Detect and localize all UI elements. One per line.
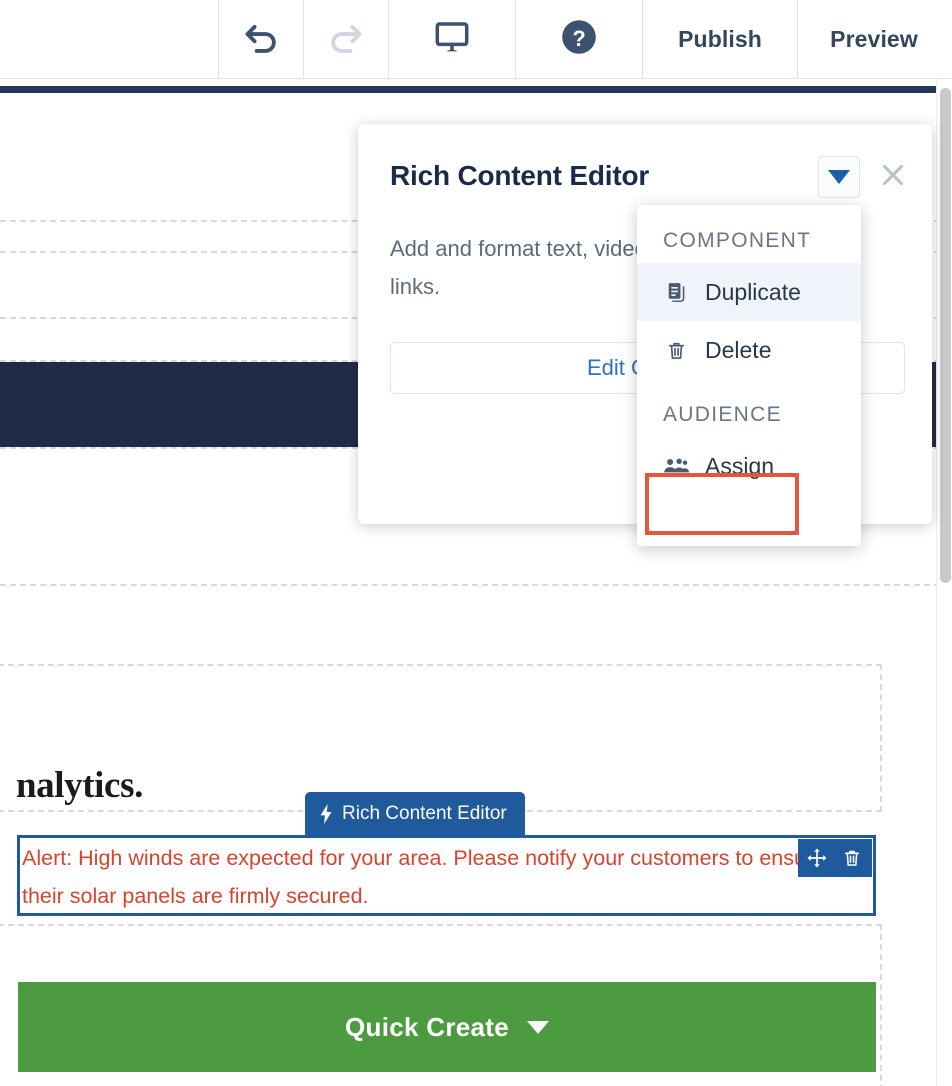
menu-item-label: Duplicate: [705, 279, 801, 306]
caret-down-icon: [527, 1021, 549, 1034]
users-icon: [663, 455, 689, 477]
close-icon: [877, 159, 909, 196]
preview-label: Preview: [830, 26, 918, 53]
menu-section-audience: AUDIENCE: [637, 379, 861, 437]
quick-create-label: Quick Create: [345, 1012, 509, 1043]
device-preview-button[interactable]: [388, 0, 515, 78]
app-root: ? Publish Preview nalytics.: [0, 0, 952, 1086]
preview-button[interactable]: Preview: [797, 0, 952, 78]
menu-item-label: Assign: [705, 453, 774, 480]
canvas-scrollbar-thumb[interactable]: [940, 88, 951, 583]
desktop-icon: [431, 16, 473, 63]
menu-section-component: COMPONENT: [637, 205, 861, 263]
redo-icon: [324, 15, 368, 64]
undo-button[interactable]: [218, 0, 303, 78]
module-toolbar: [798, 839, 872, 877]
panel-close-button[interactable]: [873, 157, 913, 197]
trash-icon: [663, 339, 689, 362]
publish-button[interactable]: Publish: [642, 0, 797, 78]
trash-icon[interactable]: [842, 847, 864, 869]
redo-button[interactable]: [303, 0, 388, 78]
menu-item-delete[interactable]: Delete: [637, 321, 861, 379]
component-context-menu: COMPONENT Duplicate Delete AUDI: [637, 205, 861, 546]
quick-create-button[interactable]: Quick Create: [18, 982, 876, 1072]
question-circle-icon: ?: [558, 16, 600, 63]
panel-menu-toggle-button[interactable]: [818, 156, 860, 198]
menu-item-label: Delete: [705, 337, 771, 364]
undo-icon: [239, 15, 283, 64]
menu-item-duplicate[interactable]: Duplicate: [637, 263, 861, 321]
lightning-bolt-icon: [319, 804, 333, 824]
canvas-dashed-divider-6: [0, 584, 940, 586]
duplicate-icon: [663, 281, 689, 304]
canvas-top-navy-bar: [0, 86, 940, 93]
publish-label: Publish: [678, 26, 762, 53]
module-alert-text: Alert: High winds are expected for your …: [22, 839, 852, 915]
toolbar-spacer: [0, 0, 218, 78]
move-arrows-icon[interactable]: [806, 847, 828, 869]
menu-item-assign[interactable]: Assign: [637, 437, 861, 495]
top-toolbar: ? Publish Preview: [0, 0, 952, 78]
svg-text:?: ?: [572, 25, 585, 50]
headline-text: nalytics.: [16, 764, 143, 807]
module-badge-label: Rich Content Editor: [342, 803, 507, 825]
panel-title: Rich Content Editor: [390, 160, 649, 192]
module-badge[interactable]: Rich Content Editor: [305, 792, 525, 835]
help-button[interactable]: ?: [515, 0, 642, 78]
chevron-down-icon: [828, 170, 850, 184]
